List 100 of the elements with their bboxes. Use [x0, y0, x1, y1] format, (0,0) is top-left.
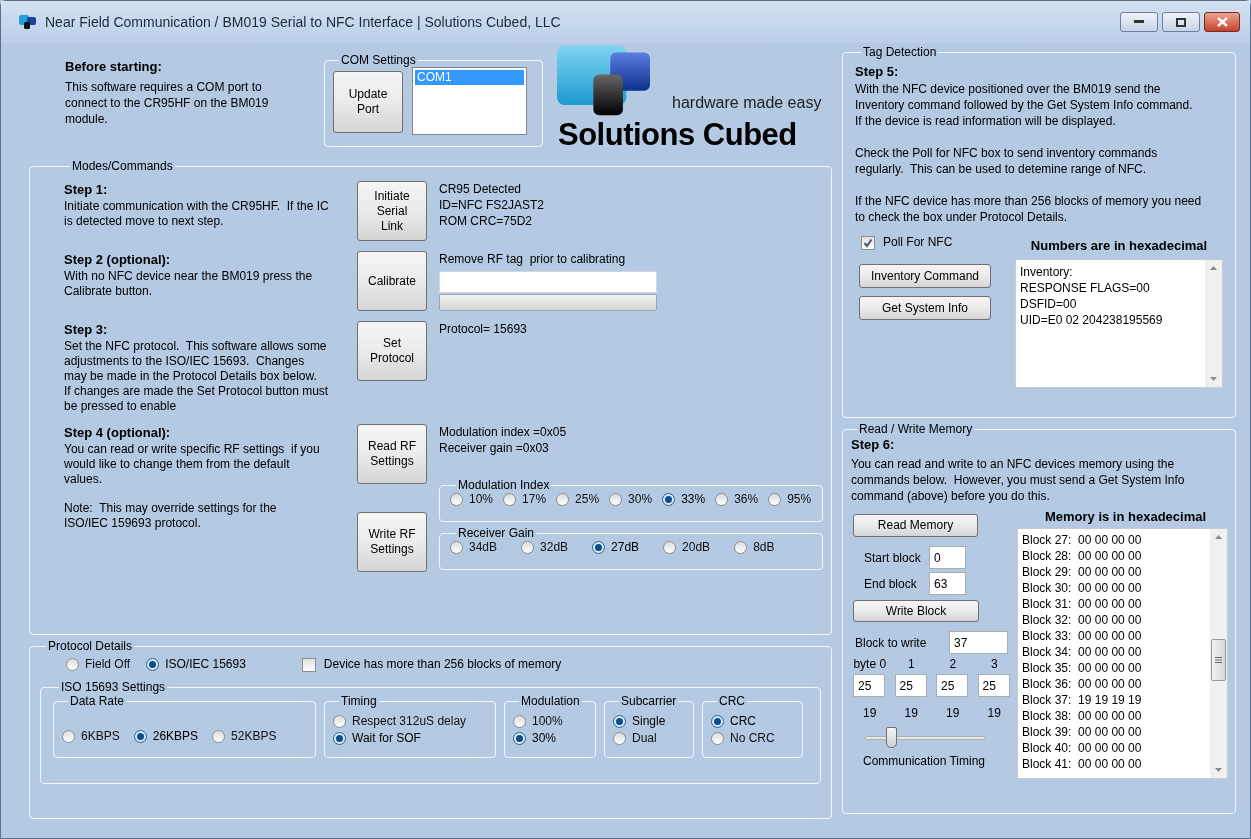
radio-button[interactable]: 95% — [768, 492, 812, 507]
step-button[interactable]: Set Protocol — [357, 321, 427, 381]
radio-button[interactable]: CRC — [711, 714, 794, 729]
checkbox[interactable]: Poll For NFC — [861, 235, 953, 250]
radio-button[interactable]: Field Off — [66, 657, 131, 672]
status-text: Receiver gain =0x03 — [439, 440, 550, 456]
text-field[interactable]: 63 — [929, 572, 966, 595]
command-button[interactable]: Inventory Command — [859, 264, 991, 288]
radio-button[interactable]: 100% — [513, 714, 587, 729]
text-field[interactable]: 0 — [929, 546, 966, 569]
text-field[interactable]: 25 — [853, 674, 885, 697]
list-item: Block 37: 19 19 19 19 — [1022, 692, 1143, 708]
step-button[interactable]: Calibrate — [357, 251, 427, 311]
radio-button[interactable]: 17% — [503, 492, 547, 507]
list-item: Block 33: 00 00 00 00 — [1022, 628, 1143, 644]
logo-name: Solutions Cubed — [558, 116, 797, 154]
group-title: COM Settings — [340, 53, 417, 67]
scroll-down-arrow-icon[interactable] — [1215, 768, 1222, 772]
logo-tagline: hardware made easy — [672, 93, 822, 113]
window-title: Near Field Communication / BM019 Serial to NFC Interface | Solutions Cubed, LLC — [45, 12, 561, 32]
radio-button[interactable]: 27dB — [592, 540, 640, 555]
step-text: Set the NFC protocol. This software allows some adjustments to the ISO/IEC 15693. Changes may be made in the Protocol Details box below. If changes are made the Set Protocol button must be pressed to enable — [64, 339, 330, 414]
scroll-up-arrow-icon[interactable] — [1210, 266, 1217, 270]
list-item: Block 30: 00 00 00 00 — [1022, 580, 1143, 596]
step-button[interactable]: Read RF Settings — [357, 424, 427, 484]
text-field[interactable]: 25 — [894, 674, 927, 697]
text-field[interactable]: 37 — [949, 631, 1008, 654]
radio-button[interactable]: 30% — [609, 492, 653, 507]
byte-label: 3 — [989, 656, 999, 672]
slider-label: Communication Timing — [863, 753, 987, 770]
text-field[interactable]: 25 — [977, 674, 1010, 697]
radio-button[interactable]: 10% — [450, 492, 494, 507]
intro-heading: Before starting: — [65, 58, 163, 76]
scroll-down-arrow-icon[interactable] — [1210, 377, 1217, 381]
radio-button[interactable]: 34dB — [450, 540, 498, 555]
scrollbar-thumb[interactable] — [1211, 639, 1226, 681]
intro-text: This software requires a COM port to connect to the CR95HF on the BM019 module. — [65, 78, 270, 127]
slider-thumb[interactable] — [886, 727, 898, 748]
radio-button[interactable]: Single — [613, 714, 685, 729]
cubes-icon — [19, 14, 37, 30]
minimize-button[interactable] — [1120, 12, 1158, 32]
scroll-up-arrow-icon[interactable] — [1215, 535, 1222, 539]
list-item: Block 31: 00 00 00 00 — [1022, 596, 1143, 612]
radio-button[interactable]: 36% — [715, 492, 759, 507]
minimize-icon — [1134, 20, 1144, 24]
list-label: Memory is in hexadecimal — [1044, 508, 1207, 526]
group-title: Protocol Details — [47, 639, 134, 653]
close-button[interactable] — [1204, 12, 1240, 32]
group-title: Tag Detection — [862, 45, 938, 59]
byte-reading: 19 — [986, 705, 1002, 721]
scrollbar[interactable] — [1205, 260, 1222, 387]
output-line: RESPONSE FLAGS=00 — [1020, 280, 1151, 296]
step-button[interactable]: Write RF Settings — [357, 512, 427, 572]
radio-button[interactable]: 52KBPS — [212, 729, 277, 744]
output-box[interactable]: Inventory: RESPONSE FLAGS=00 DSFID=00 UID=E0 02 204238195569 — [1015, 259, 1223, 388]
step-text: You can read and write to an NFC devices memory using the commands below. However, you must send a Get System Info command (above) before you do this. — [851, 456, 1186, 504]
radio-button[interactable]: 30% — [513, 731, 587, 746]
scrollbar[interactable] — [1210, 529, 1227, 778]
status-text: ROM CRC=75D2 — [439, 213, 534, 229]
list-item: Block 35: 00 00 00 00 — [1022, 660, 1143, 676]
restore-icon — [1176, 17, 1186, 27]
maximize-button[interactable] — [1162, 12, 1200, 32]
radio-button[interactable]: 26KBPS — [133, 729, 199, 744]
radio-button[interactable]: Wait for SOF — [333, 731, 487, 746]
radio-button[interactable]: 33% — [662, 492, 706, 507]
radio-button[interactable]: No CRC — [711, 731, 794, 746]
radio-button[interactable]: 25% — [556, 492, 600, 507]
radio-button[interactable]: 6KBPS — [62, 729, 120, 744]
text-field[interactable] — [439, 271, 657, 293]
radio-button[interactable]: 8dB — [734, 540, 775, 555]
memory-list[interactable] — [1017, 528, 1228, 779]
field-label: Block to write — [854, 634, 928, 652]
radio-button[interactable]: 20dB — [663, 540, 711, 555]
step-heading: Step 1: — [64, 181, 109, 199]
read-memory-button[interactable]: Read Memory — [853, 514, 978, 537]
timing-slider[interactable] — [865, 727, 985, 749]
group-title: ISO 15693 Settings — [60, 680, 167, 694]
byte-reading: 19 — [862, 705, 878, 721]
step-button[interactable]: Initiate Serial Link — [357, 181, 427, 241]
output-line: DSFID=00 — [1020, 296, 1078, 312]
update-port-button[interactable]: Update Port — [333, 71, 403, 133]
list-item: Block 36: 00 00 00 00 — [1022, 676, 1143, 692]
byte-label: byte 0 — [853, 656, 887, 672]
field-label: End block — [863, 575, 918, 593]
status-text: Remove RF tag prior to calibrating — [439, 251, 627, 267]
checkbox[interactable]: Device has more than 256 blocks of memory — [301, 657, 562, 672]
command-button[interactable]: Get System Info — [859, 296, 991, 320]
text-field[interactable]: 25 — [936, 674, 968, 697]
radio-button[interactable]: Respect 312uS delay — [333, 714, 487, 729]
status-text: CR95 Detected — [439, 181, 523, 197]
byte-label: 2 — [948, 656, 958, 672]
step-heading: Step 3: — [64, 321, 109, 339]
group-title: Data Rate — [69, 694, 126, 708]
radio-button[interactable]: ISO/IEC 15693 — [146, 657, 246, 672]
group-title: Modes/Commands — [71, 159, 174, 173]
step-heading: Step 6: — [851, 436, 896, 454]
radio-button[interactable]: Dual — [613, 731, 685, 746]
step-text: Initiate communication with the CR95HF. If the IC is detected move to next step. — [64, 199, 330, 229]
radio-button[interactable]: 32dB — [521, 540, 569, 555]
write-block-button[interactable]: Write Block — [853, 600, 979, 622]
